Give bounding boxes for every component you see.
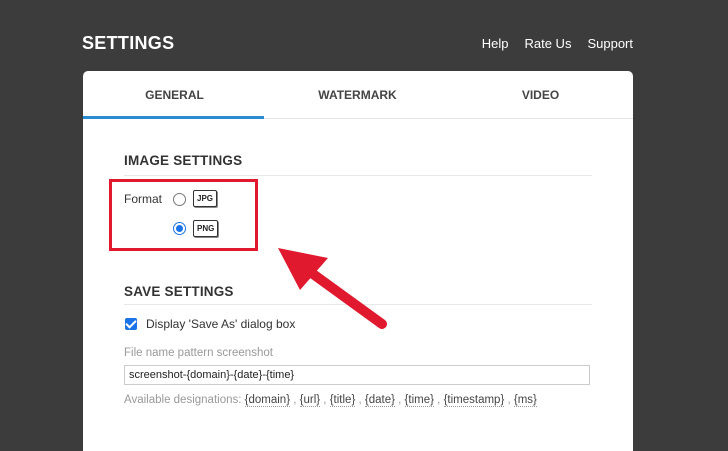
tab-general[interactable]: GENERAL: [83, 71, 266, 118]
designations-label: Available designations:: [124, 394, 242, 406]
app-header: SETTINGS Help Rate Us Support: [0, 0, 728, 70]
designation-token[interactable]: {time}: [404, 394, 434, 407]
designation-token[interactable]: {timestamp}: [443, 394, 505, 407]
file-name-pattern-input[interactable]: [124, 365, 590, 385]
help-link[interactable]: Help: [482, 36, 509, 51]
designation-token[interactable]: {title}: [329, 394, 356, 407]
page-title: SETTINGS: [82, 33, 175, 53]
save-as-checkbox[interactable]: [125, 318, 137, 330]
rate-us-link[interactable]: Rate Us: [524, 36, 571, 51]
designation-token[interactable]: {date}: [364, 394, 395, 407]
header-links: Help Rate Us Support: [482, 36, 633, 51]
save-settings-title: SAVE SETTINGS: [124, 284, 234, 299]
tab-bar: GENERAL WATERMARK VIDEO: [83, 71, 633, 119]
red-arrow-icon: [278, 248, 387, 329]
section-divider: [124, 175, 592, 176]
active-tab-indicator: [83, 116, 264, 119]
support-link[interactable]: Support: [587, 36, 633, 51]
available-designations: Available designations: {domain} , {url}…: [124, 394, 537, 407]
highlight-box: [109, 179, 258, 251]
tab-video[interactable]: VIDEO: [449, 71, 632, 118]
pattern-label: File name pattern screenshot: [124, 347, 273, 359]
designation-token[interactable]: {domain}: [244, 394, 291, 407]
designation-token[interactable]: {ms}: [513, 394, 537, 407]
image-settings-title: IMAGE SETTINGS: [124, 153, 243, 168]
designation-token[interactable]: {url}: [299, 394, 321, 407]
tab-watermark[interactable]: WATERMARK: [266, 71, 449, 118]
